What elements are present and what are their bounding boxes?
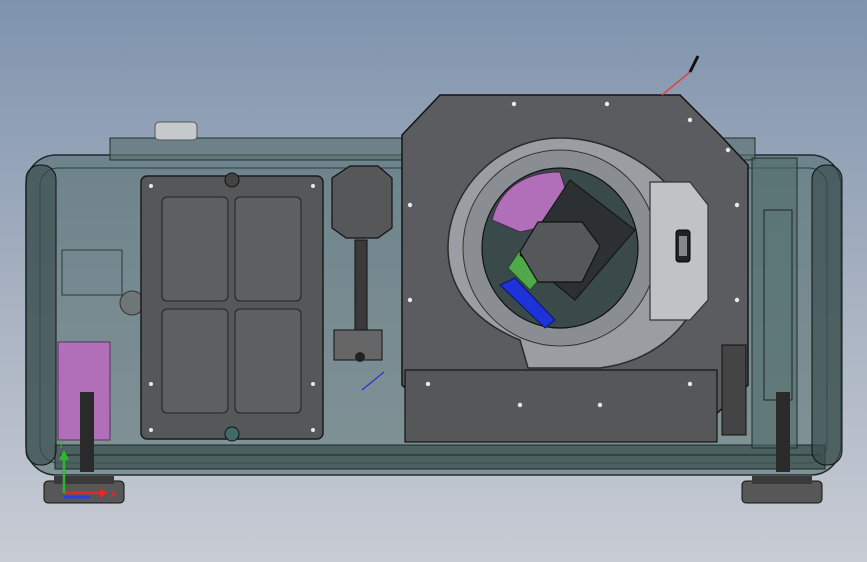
fan-housing [331,165,393,239]
panel-window-tr [234,196,302,302]
feet [43,476,823,504]
panel-window-bl [161,308,229,414]
lens-mount-assembly [401,55,749,443]
lens-plate-lower [404,369,718,443]
cad-viewport[interactable]: X Y [0,0,867,562]
triad-y-label: Y [57,440,65,451]
left-post [80,392,94,472]
panel-window-br [234,308,302,414]
cable-red [661,71,691,96]
panel-window-tl [161,196,229,302]
right-vent-panel [751,157,798,449]
access-panel [140,172,324,442]
right-lower-block [721,344,747,436]
cable-black [688,55,700,73]
panel-knob-bottom [224,426,240,442]
linkage-pin [355,352,365,362]
foot-right [741,480,823,504]
top-handle [154,121,198,141]
projector-assembly-drawing: X Y [25,55,843,504]
linkage-rod [354,239,368,336]
left-end-cap [25,164,57,466]
bottom-rail [54,444,826,470]
right-end-cap [811,164,843,466]
release-latch-slot [679,236,687,256]
panel-knob-top [224,172,240,188]
triad-x-label: X [110,489,117,500]
foot-right-top [752,476,812,484]
right-post [776,392,790,472]
